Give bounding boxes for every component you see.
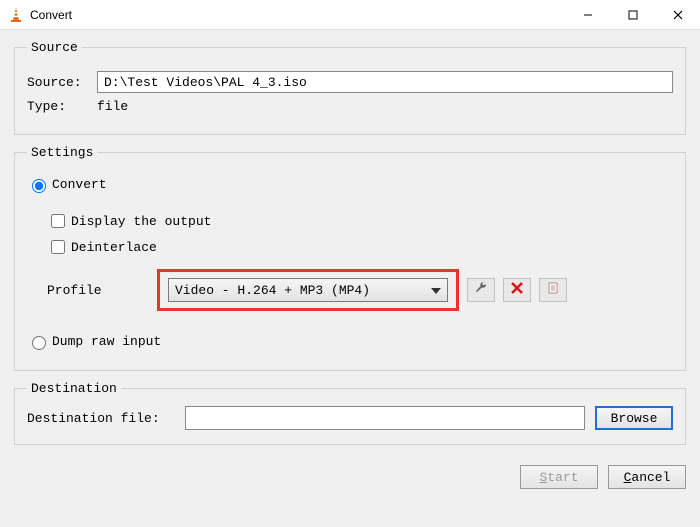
display-output-label: Display the output bbox=[71, 214, 211, 229]
cancel-button-label: Cancel bbox=[624, 470, 671, 485]
vlc-cone-icon bbox=[8, 7, 24, 23]
profile-dropdown-value: Video - H.264 + MP3 (MP4) bbox=[175, 283, 370, 298]
profile-dropdown[interactable]: Video - H.264 + MP3 (MP4) bbox=[168, 278, 448, 302]
browse-button-label: Browse bbox=[611, 411, 658, 426]
settings-group: Settings Convert Display the output Dein… bbox=[14, 145, 686, 371]
source-label: Source: bbox=[27, 75, 97, 90]
type-label: Type: bbox=[27, 99, 97, 114]
start-button-label: Start bbox=[539, 470, 578, 485]
wrench-icon bbox=[474, 281, 488, 299]
minimize-button[interactable] bbox=[565, 0, 610, 29]
delete-x-icon bbox=[511, 282, 523, 298]
type-value: file bbox=[97, 99, 128, 114]
destination-file-label: Destination file: bbox=[27, 411, 185, 426]
dump-raw-radio[interactable] bbox=[32, 336, 46, 350]
window-controls bbox=[565, 0, 700, 29]
deinterlace-label: Deinterlace bbox=[71, 240, 157, 255]
deinterlace-checkbox[interactable] bbox=[51, 240, 65, 254]
source-group: Source Source: Type: file bbox=[14, 40, 686, 135]
new-profile-button[interactable] bbox=[539, 278, 567, 302]
chevron-down-icon bbox=[431, 283, 441, 298]
convert-radio[interactable] bbox=[32, 179, 46, 193]
start-button[interactable]: Start bbox=[520, 465, 598, 489]
settings-legend: Settings bbox=[27, 145, 97, 160]
source-input[interactable] bbox=[97, 71, 673, 93]
edit-profile-button[interactable] bbox=[467, 278, 495, 302]
dump-raw-label: Dump raw input bbox=[52, 334, 161, 349]
cancel-button[interactable]: Cancel bbox=[608, 465, 686, 489]
destination-file-input[interactable] bbox=[185, 406, 585, 430]
source-legend: Source bbox=[27, 40, 82, 55]
convert-radio-label: Convert bbox=[52, 177, 107, 192]
window-title: Convert bbox=[30, 8, 72, 22]
maximize-button[interactable] bbox=[610, 0, 655, 29]
profile-highlight: Video - H.264 + MP3 (MP4) bbox=[157, 269, 459, 311]
destination-legend: Destination bbox=[27, 381, 121, 396]
display-output-checkbox[interactable] bbox=[51, 214, 65, 228]
new-document-icon bbox=[547, 282, 560, 299]
titlebar: Convert bbox=[0, 0, 700, 30]
profile-label: Profile bbox=[47, 283, 157, 298]
close-button[interactable] bbox=[655, 0, 700, 29]
browse-button[interactable]: Browse bbox=[595, 406, 673, 430]
dialog-footer: Start Cancel bbox=[0, 463, 700, 489]
delete-profile-button[interactable] bbox=[503, 278, 531, 302]
destination-group: Destination Destination file: Browse bbox=[14, 381, 686, 445]
